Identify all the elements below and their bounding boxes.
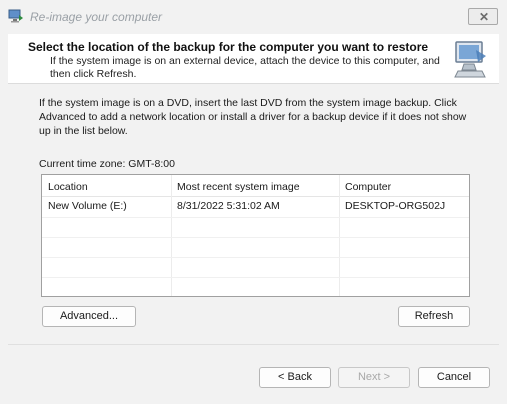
list-header: Location Most recent system image Comput… (42, 175, 469, 197)
row-location: New Volume (E:) (48, 200, 127, 212)
table-row[interactable]: New Volume (E:) 8/31/2022 5:31:02 AM DES… (42, 197, 469, 217)
refresh-button[interactable]: Refresh (398, 306, 470, 327)
row-divider (42, 237, 469, 238)
header-band: Select the location of the backup for th… (8, 34, 499, 84)
next-button[interactable]: Next > (338, 367, 410, 388)
row-date: 8/31/2022 5:31:02 AM (177, 200, 280, 212)
advanced-button[interactable]: Advanced... (42, 306, 136, 327)
footer-divider (8, 344, 499, 345)
column-header-location[interactable]: Location (48, 181, 88, 193)
app-icon (8, 9, 23, 23)
back-button[interactable]: < Back (259, 367, 331, 388)
row-divider (42, 217, 469, 218)
row-computer: DESKTOP-ORG502J (345, 200, 446, 212)
page-subtitle: If the system image is on an external de… (50, 55, 440, 80)
backup-list[interactable]: Location Most recent system image Comput… (41, 174, 470, 297)
row-divider (42, 257, 469, 258)
dialog-content: Select the location of the backup for th… (8, 34, 499, 404)
info-text: If the system image is on a DVD, insert … (39, 97, 467, 137)
cancel-button[interactable]: Cancel (418, 367, 490, 388)
column-header-date[interactable]: Most recent system image (177, 181, 300, 193)
close-icon: ✕ (479, 10, 490, 24)
title-bar: Re-image your computer ✕ (0, 0, 507, 34)
row-divider (42, 277, 469, 278)
close-button[interactable]: ✕ (468, 8, 498, 25)
computer-restore-icon (454, 41, 486, 78)
page-title: Select the location of the backup for th… (28, 40, 429, 54)
window-title: Re-image your computer (30, 10, 163, 24)
column-header-computer[interactable]: Computer (345, 181, 391, 193)
timezone-label: Current time zone: GMT-8:00 (39, 158, 175, 170)
